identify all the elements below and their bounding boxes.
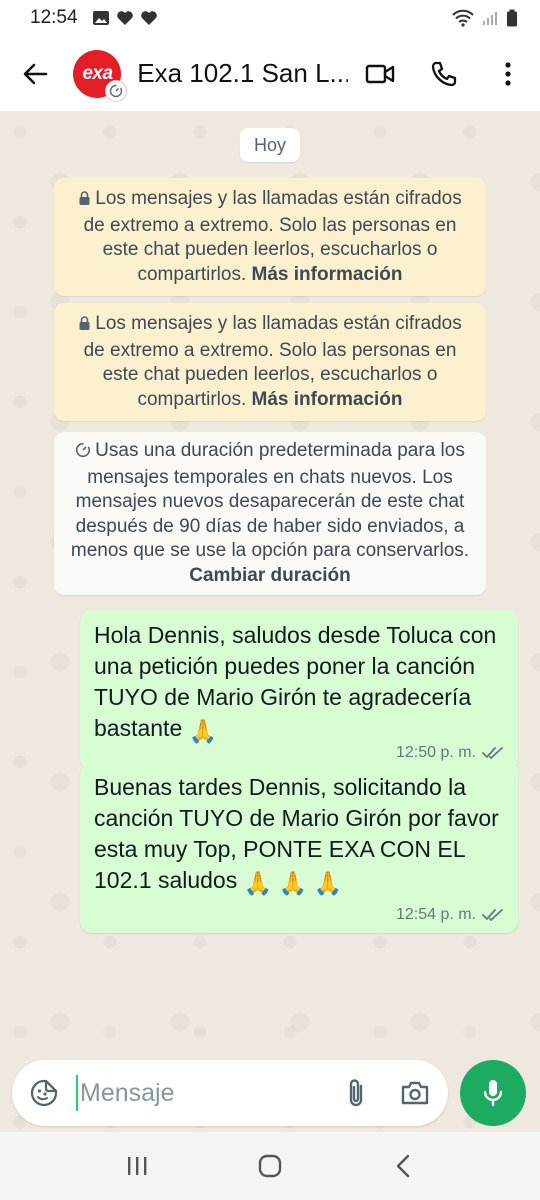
message-meta: 12:54 p. m. [94, 905, 504, 925]
back-arrow-icon [23, 63, 48, 84]
disappearing-messages-notice[interactable]: Usas una duración predeterminada para lo… [54, 432, 486, 595]
sticker-icon [30, 1079, 58, 1107]
composer-bar [0, 1052, 540, 1132]
contact-avatar[interactable]: exa [71, 47, 128, 102]
more-options-button[interactable] [476, 36, 540, 112]
recent-apps-icon [127, 1157, 147, 1175]
timer-icon [110, 84, 123, 97]
home-icon [258, 1154, 282, 1178]
disappearing-notice-text: Usas una duración predeterminada para lo… [70, 440, 470, 561]
status-time: 12:54 [30, 7, 78, 28]
sticker-button[interactable] [12, 1078, 76, 1108]
encryption-notice[interactable]: Los mensajes y las llamadas están cifrad… [54, 178, 486, 296]
message-meta: 12:50 p. m. [94, 743, 504, 763]
chat-header: exa Exa 102.1 San L... [0, 36, 540, 112]
chat-messages-area[interactable]: Hoy Los mensajes y las llamadas están ci… [0, 112, 540, 1132]
video-call-button[interactable] [348, 36, 412, 112]
double-check-icon [482, 747, 503, 759]
more-info-link[interactable]: Más información [252, 264, 403, 285]
signal-icon [483, 12, 497, 25]
chat-title[interactable]: Exa 102.1 San L... [137, 58, 348, 89]
message-emoji: 🙏 [188, 718, 218, 744]
phone-icon [431, 61, 457, 86]
disappearing-timer-badge [105, 79, 128, 102]
date-chip: Hoy [240, 128, 300, 162]
lock-icon [78, 314, 91, 339]
lock-icon [78, 189, 91, 214]
message-input[interactable] [76, 1075, 326, 1111]
back-nav-button[interactable] [373, 1136, 433, 1196]
encryption-notice[interactable]: Los mensajes y las llamadas están cifrad… [54, 303, 486, 421]
outgoing-message[interactable]: Hola Dennis, saludos desde Toluca con un… [80, 610, 518, 771]
message-time: 12:54 p. m. [395, 906, 476, 923]
timer-icon [75, 441, 91, 466]
change-duration-link[interactable]: Cambiar duración [189, 565, 351, 586]
heart-icon [140, 11, 157, 25]
battery-icon [507, 9, 517, 27]
system-nav-bar [0, 1132, 540, 1200]
outgoing-message[interactable]: Buenas tardes Dennis, solicitando la can… [80, 762, 518, 933]
gallery-icon [92, 11, 109, 25]
recent-apps-button[interactable] [107, 1136, 167, 1196]
status-system-icons [452, 9, 518, 27]
mic-icon [483, 1080, 503, 1107]
attach-button[interactable] [330, 1077, 382, 1109]
voice-record-button[interactable] [460, 1060, 526, 1126]
message-text: Hola Dennis, saludos desde Toluca con un… [94, 622, 497, 741]
voice-call-button[interactable] [412, 36, 476, 112]
message-time: 12:50 p. m. [395, 744, 476, 761]
header-actions [348, 36, 540, 112]
heart-icon [116, 11, 133, 25]
wifi-icon [452, 9, 474, 27]
more-info-link[interactable]: Más información [252, 389, 403, 410]
video-call-icon [365, 64, 395, 83]
message-emoji: 🙏 🙏 🙏 [243, 870, 343, 896]
double-check-icon [482, 909, 503, 921]
more-vert-icon [505, 61, 511, 86]
camera-button[interactable] [382, 1080, 448, 1106]
back-button[interactable] [0, 36, 70, 112]
back-nav-icon [397, 1154, 410, 1178]
status-bar: 12:54 [0, 0, 540, 36]
camera-icon [401, 1081, 429, 1105]
composer-pill [12, 1060, 448, 1126]
status-notification-icons [92, 10, 158, 26]
attach-icon [349, 1079, 363, 1107]
home-button[interactable] [240, 1136, 300, 1196]
